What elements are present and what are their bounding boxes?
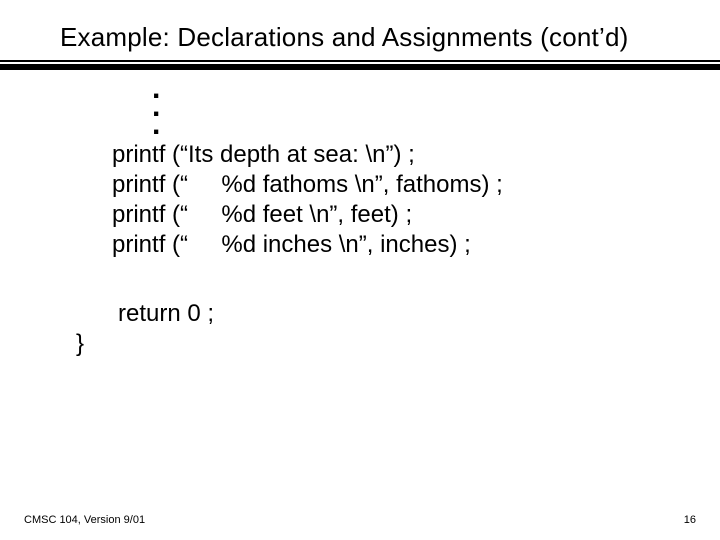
dot: . <box>152 118 160 136</box>
divider-thin <box>0 60 720 62</box>
slide-title: Example: Declarations and Assignments (c… <box>60 22 628 53</box>
code-line: printf (“ %d feet \n”, feet) ; <box>112 201 412 228</box>
slide: Example: Declarations and Assignments (c… <box>0 0 720 540</box>
title-divider <box>0 60 720 70</box>
page-number: 16 <box>684 514 696 526</box>
code-line: printf (“ %d inches \n”, inches) ; <box>112 231 471 258</box>
code-closing-brace: } <box>76 330 84 358</box>
footer-left: CMSC 104, Version 9/01 <box>24 514 145 526</box>
ellipsis-dots: . . . <box>152 82 160 136</box>
code-line: printf (“Its depth at sea: \n”) ; <box>112 141 415 168</box>
divider-thick <box>0 64 720 70</box>
code-block: printf (“Its depth at sea: \n”) ; printf… <box>112 140 503 260</box>
code-return: return 0 ; <box>118 300 214 328</box>
code-line: printf (“ %d fathoms \n”, fathoms) ; <box>112 171 503 198</box>
